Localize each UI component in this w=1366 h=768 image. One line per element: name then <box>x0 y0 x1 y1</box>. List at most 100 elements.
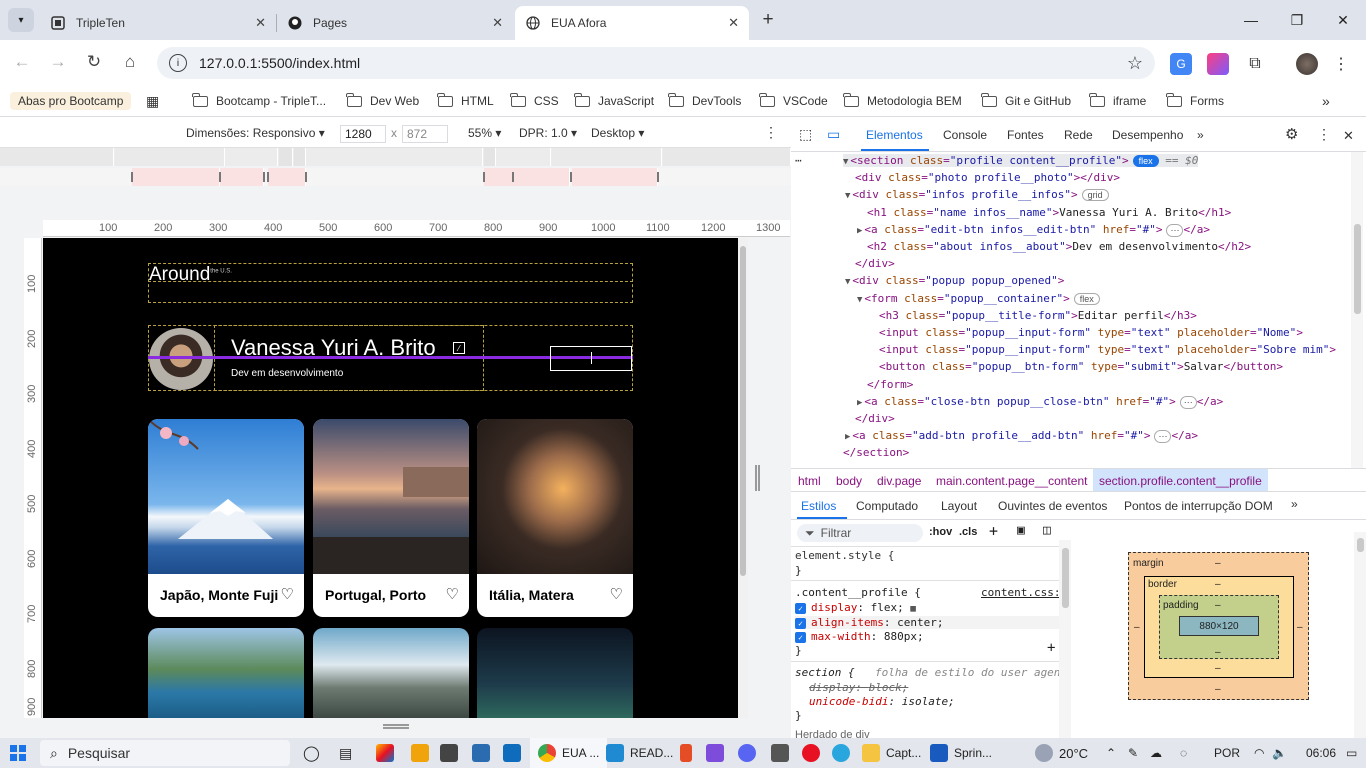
dom-node-line[interactable]: <h3 class="popup__title-form">Editar per… <box>879 309 1197 322</box>
breadcrumb-html[interactable]: html <box>798 474 821 488</box>
bookmark-folder[interactable]: VSCode <box>759 92 828 110</box>
dimensions-select[interactable]: Dimensões: Responsivo ▾ <box>186 126 325 140</box>
app-icon[interactable] <box>680 738 692 768</box>
rule-source-link[interactable]: content.css:1 <box>981 586 1067 599</box>
place-card[interactable] <box>313 628 469 718</box>
chevron-right-icon[interactable]: » <box>1322 92 1330 110</box>
dom-node-line[interactable]: ▼ <form class="popup__container"> flex <box>857 292 1100 305</box>
start-button[interactable] <box>10 738 26 768</box>
resize-handle-right[interactable] <box>755 465 760 491</box>
like-icon[interactable]: ♡ <box>281 585 294 603</box>
dom-node-line[interactable]: </div> <box>855 412 895 425</box>
zoom-select[interactable]: 55% ▾ <box>468 126 501 140</box>
language-indicator[interactable]: POR <box>1214 738 1240 768</box>
forward-button[interactable]: → <box>44 48 72 76</box>
chevron-up-icon[interactable]: ⌃ <box>1106 738 1116 768</box>
tab-elementos[interactable]: Elementos <box>866 128 923 142</box>
extensions-puzzle-icon[interactable]: ⧉ <box>1244 53 1266 75</box>
place-card[interactable] <box>148 628 304 718</box>
bookmark-folder[interactable]: Dev Web <box>346 92 419 110</box>
settings-gear-icon[interactable]: ⚙ <box>1285 125 1298 143</box>
tab-search-button[interactable]: ▾ <box>8 8 34 32</box>
avatar[interactable] <box>1296 53 1318 75</box>
selected-node-ellipsis[interactable]: ⋯ <box>795 154 802 167</box>
tab-tripleten[interactable]: TripleTen ✕ <box>40 6 276 40</box>
css-property[interactable]: ✓ align-items: center; <box>795 616 1065 629</box>
dom-node-line[interactable]: <div class="photo profile__photo"></div> <box>855 171 1120 184</box>
breadcrumb-section[interactable]: section.profile.content__profile <box>1093 469 1268 491</box>
taskbar-word[interactable]: Sprin... <box>930 738 992 768</box>
app-icon[interactable] <box>376 738 394 768</box>
tab-estilos[interactable]: Estilos <box>801 499 836 513</box>
devtools-menu-icon[interactable]: ⋮ <box>1317 126 1331 143</box>
css-property[interactable]: ✓ display: flex; ▦ <box>795 601 916 614</box>
close-icon[interactable]: ✕ <box>492 15 503 31</box>
place-card[interactable] <box>477 628 633 718</box>
resize-handle-bottom[interactable] <box>383 724 409 729</box>
dom-node-line[interactable]: <h2 class="about infos__about">Dev em de… <box>867 240 1251 253</box>
app-icon[interactable] <box>706 738 724 768</box>
more-tabs-icon[interactable]: » <box>1197 128 1204 142</box>
app-icon[interactable] <box>472 738 490 768</box>
search-box[interactable]: ⌕ Pesquisar <box>40 740 290 766</box>
task-view-icon[interactable]: ◯ <box>303 738 320 768</box>
bookmark-folder[interactable]: Bootcamp - TripleT... <box>192 92 326 110</box>
device-type-select[interactable]: Desktop ▾ <box>591 126 644 140</box>
reload-button[interactable]: ↻ <box>80 48 108 76</box>
speaker-icon[interactable]: 🔈 <box>1272 738 1287 768</box>
dom-node-line[interactable]: ▼ <div class="infos profile__infos"> grid <box>845 188 1109 202</box>
tab-dom-breakpoints[interactable]: Pontos de interrupção DOM <box>1124 499 1273 513</box>
dom-node-line[interactable]: <input class="popup__input-form" type="t… <box>879 326 1303 339</box>
styles-scrollbar-thumb[interactable] <box>1062 548 1069 608</box>
tab-event-listeners[interactable]: Ouvintes de eventos <box>998 499 1107 513</box>
back-button[interactable]: ← <box>8 48 36 76</box>
menu-kebab-icon[interactable]: ⋮ <box>1330 53 1352 75</box>
inspect-icon[interactable]: ⬚ <box>799 126 812 143</box>
dom-node-line[interactable]: </section> <box>843 446 909 459</box>
dom-node-line[interactable]: </form> <box>867 378 913 391</box>
color-extension-icon[interactable] <box>1207 53 1229 75</box>
more-tabs-icon[interactable]: » <box>1291 497 1298 511</box>
dom-node-line[interactable]: ▶ <a class="edit-btn infos__edit-btn" hre… <box>857 223 1210 237</box>
css-property[interactable]: ✓ max-width: 880px; <box>795 630 924 643</box>
close-icon[interactable]: ✕ <box>728 15 739 31</box>
tab-fontes[interactable]: Fontes <box>1007 128 1044 142</box>
notifications-icon[interactable]: ▭ <box>1346 738 1357 768</box>
dom-node-line[interactable]: <h1 class="name infos__name">Vanessa Yur… <box>867 206 1231 219</box>
bookmark-folder[interactable]: Forms <box>1166 92 1224 110</box>
breadcrumb-body[interactable]: body <box>836 474 862 488</box>
dom-node-line[interactable]: ▶ <a class="close-btn popup__close-btn" h… <box>857 395 1223 409</box>
bookmark-folder[interactable]: DevTools <box>668 92 741 110</box>
new-rule-icon[interactable]: + <box>989 522 998 540</box>
taskbar-vscode[interactable]: READ... <box>606 738 673 768</box>
weather-widget[interactable]: 20°C <box>1035 738 1088 768</box>
tab-layout[interactable]: Layout <box>941 499 977 513</box>
dom-node-line[interactable]: <button class="popup__btn-form" type="su… <box>879 360 1283 373</box>
cls-toggle[interactable]: .cls <box>959 526 977 538</box>
tab-pages[interactable]: Pages ✕ <box>277 6 513 40</box>
cloud-icon[interactable]: ☁ <box>1150 738 1162 768</box>
app-icon[interactable] <box>832 738 850 768</box>
restore-button[interactable]: ❐ <box>1274 0 1320 40</box>
more-options-icon[interactable]: ⋮ <box>764 124 778 141</box>
place-card[interactable]: Portugal, Porto ♡ <box>313 419 469 617</box>
apps-grid-icon[interactable]: ▦ <box>146 92 159 110</box>
breadcrumb-div-page[interactable]: div.page <box>877 474 921 488</box>
google-translate-icon[interactable]: G <box>1170 53 1192 75</box>
sidebar-toggle-icon[interactable]: ◫ <box>1043 523 1051 538</box>
bookmark-folder[interactable]: HTML <box>437 92 494 110</box>
new-tab-button[interactable]: + <box>756 8 780 32</box>
bookmark-folder[interactable]: iframe <box>1089 92 1146 110</box>
boxmodel-scrollbar-thumb[interactable] <box>1357 538 1364 552</box>
tab-eua-afora[interactable]: EUA Afora ✕ <box>515 6 749 40</box>
bookmark-folder[interactable]: CSS <box>510 92 559 110</box>
media-query-bar[interactable] <box>0 148 791 166</box>
minimize-button[interactable]: — <box>1228 0 1274 40</box>
address-bar[interactable]: i 127.0.0.1:5500/index.html ☆ <box>157 47 1155 79</box>
tab-desempenho[interactable]: Desempenho <box>1112 128 1183 142</box>
home-button[interactable]: ⌂ <box>116 48 144 76</box>
bookmark-star-icon[interactable]: ☆ <box>1127 53 1143 74</box>
wifi-icon[interactable]: ◠ <box>1254 738 1264 768</box>
tab-rede[interactable]: Rede <box>1064 128 1093 142</box>
pen-icon[interactable]: ✎ <box>1128 738 1138 768</box>
